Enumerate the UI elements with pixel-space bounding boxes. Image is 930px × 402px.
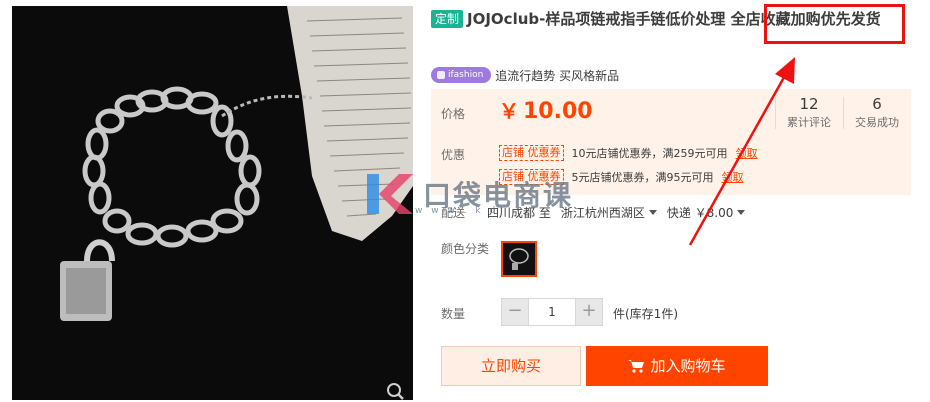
slogan-row: ifashion 追流行趋势 买风格新品: [431, 66, 619, 84]
chevron-down-icon[interactable]: [737, 210, 746, 215]
ifashion-icon: [437, 71, 445, 79]
stock-text: 件(库存1件): [613, 307, 678, 321]
price-label: 价格: [441, 107, 466, 121]
quantity-plus-button[interactable]: +: [575, 298, 603, 326]
chevron-down-icon[interactable]: [648, 210, 657, 215]
sales-label: 交易成功: [855, 116, 899, 129]
price-amount: 10.00: [523, 99, 593, 124]
price-row: 价格 ￥ 10.00 12 累计评论 6 交易成功: [431, 89, 911, 137]
stat-divider: [843, 97, 844, 129]
quantity-minus-button[interactable]: −: [501, 298, 529, 326]
coupon-item: 店铺 优惠券 10元店铺优惠券，满259元可用 领取: [499, 144, 758, 162]
get-coupon-link[interactable]: 领取: [736, 145, 758, 161]
ifashion-badge[interactable]: ifashion: [431, 67, 492, 83]
cart-icon: [628, 360, 645, 373]
reviews-label: 累计评论: [787, 116, 831, 129]
color-label: 颜色分类: [441, 242, 490, 256]
shop-coupon-tag: 店铺 优惠券: [499, 145, 564, 161]
currency-symbol: ￥: [499, 99, 519, 123]
shipping-method-select[interactable]: 快递 ￥8.00: [667, 204, 734, 221]
watermark-url: w w w . k d: [415, 206, 499, 216]
coupon-label: 优惠: [441, 148, 466, 162]
color-swatch[interactable]: [501, 241, 537, 277]
buy-now-button[interactable]: 立即购买: [441, 346, 581, 386]
reviews-count: 12: [799, 95, 819, 113]
watermark-logo-icon: K: [367, 174, 413, 214]
watermark: K 口袋电商课 w w w . k d: [363, 170, 613, 218]
stat-divider: [775, 97, 776, 129]
annotation-highlight-box: [764, 4, 905, 44]
product-slogan: 追流行趋势 买风格新品: [495, 68, 620, 83]
add-to-cart-label: 加入购物车: [650, 357, 726, 375]
quantity-input[interactable]: 1: [529, 298, 575, 326]
bracelet-photo: [12, 6, 413, 400]
ifashion-label: ifashion: [448, 70, 484, 80]
quantity-label: 数量: [441, 307, 466, 321]
coupon-text: 10元店铺优惠券，满259元可用: [571, 147, 728, 160]
sales-stat: 6 交易成功: [847, 95, 907, 131]
add-to-cart-button[interactable]: 加入购物车: [586, 346, 768, 386]
sales-count: 6: [872, 95, 882, 113]
get-coupon-link[interactable]: 领取: [722, 169, 744, 185]
custom-tag: 定制: [431, 10, 464, 28]
swatch-thumbnail-icon: [503, 243, 535, 275]
price-value: ￥ 10.00: [499, 95, 593, 124]
reviews-stat[interactable]: 12 累计评论: [779, 95, 839, 131]
quantity-stepper: − 1 +: [501, 298, 603, 326]
product-main-image[interactable]: [12, 6, 413, 400]
